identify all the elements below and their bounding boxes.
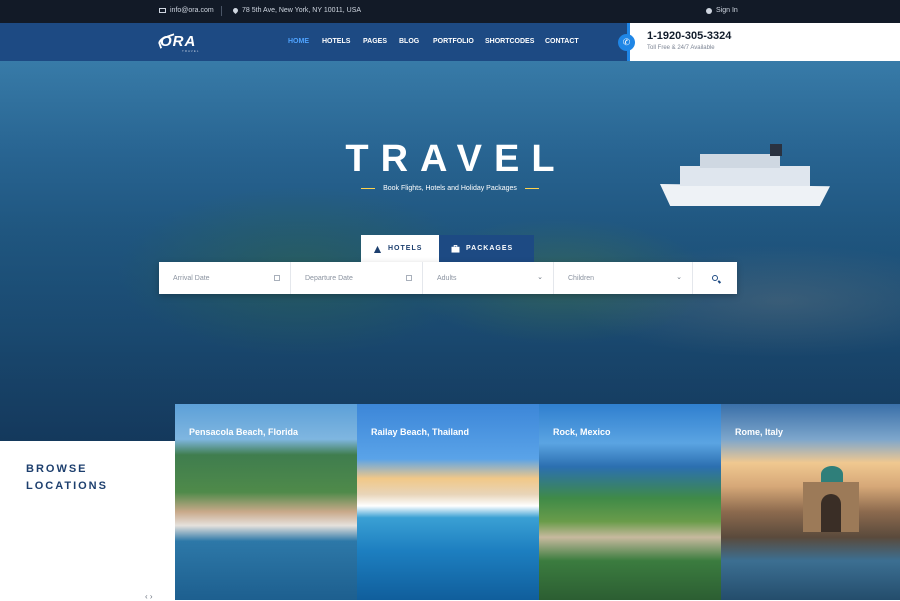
tab-packages[interactable]: PACKAGES — [439, 235, 534, 262]
nav-home[interactable]: HOME — [288, 38, 309, 45]
location-card-rome[interactable]: Rome, Italy — [721, 404, 900, 600]
departure-date-placeholder: Departure Date — [305, 274, 353, 282]
mail-icon — [159, 8, 166, 13]
location-card-rock[interactable]: Rock, Mexico — [539, 404, 721, 600]
children-select[interactable]: Children ⌄ — [554, 262, 693, 294]
suitcase-icon — [451, 244, 460, 253]
subtitle-line-right — [524, 188, 539, 189]
phone-availability: Toll Free & 24/7 Available — [647, 45, 715, 51]
search-form: Arrival Date Departure Date Adults ⌄ Chi… — [159, 262, 737, 294]
tab-hotels[interactable]: HOTELS — [361, 235, 439, 262]
adults-select[interactable]: Adults ⌄ — [423, 262, 554, 294]
site-logo[interactable]: ORA — [160, 33, 196, 50]
signin-text: Sign In — [716, 7, 738, 14]
address-text: 78 5th Ave, New York, NY 10011, USA — [242, 7, 362, 14]
mosque-arch-image — [803, 482, 859, 532]
arrival-date-field[interactable]: Arrival Date — [159, 262, 291, 294]
building-icon — [373, 245, 382, 253]
location-label: Rock, Mexico — [553, 427, 611, 437]
location-pin-icon — [231, 6, 240, 15]
nav-shortcodes[interactable]: SHORTCODES — [485, 38, 534, 45]
tab-packages-label: PACKAGES — [466, 245, 514, 252]
subtitle-line-left — [361, 188, 376, 189]
chevron-down-icon: ⌄ — [676, 274, 682, 281]
logo-tagline: TRAVEL — [182, 49, 200, 53]
chevron-down-icon: ⌄ — [537, 274, 543, 281]
phone-number[interactable]: 1-1920-305-3324 — [647, 30, 731, 42]
departure-date-field[interactable]: Departure Date — [291, 262, 423, 294]
location-label: Pensacola Beach, Florida — [189, 427, 299, 437]
location-card-pensacola[interactable]: Pensacola Beach, Florida — [175, 404, 357, 600]
search-icon — [712, 275, 718, 281]
children-placeholder: Children — [568, 274, 595, 282]
email-text: info@ora.com — [170, 7, 214, 14]
search-button[interactable] — [693, 262, 737, 294]
location-card-railay[interactable]: Railay Beach, Thailand — [357, 404, 539, 600]
browse-locations-heading: BROWSE LOCATIONS — [26, 463, 108, 492]
user-icon — [706, 7, 712, 14]
search-tabs: HOTELS PACKAGES — [361, 235, 534, 262]
location-label: Railay Beach, Thailand — [371, 427, 470, 437]
nav-pages[interactable]: PAGES — [363, 38, 387, 45]
nav-blog[interactable]: BLOG — [399, 38, 419, 45]
phone-icon: ✆ — [618, 34, 635, 51]
nav-portfolio[interactable]: PORTFOLIO — [433, 38, 474, 45]
calendar-icon — [406, 275, 412, 281]
hero-subtitle-row: Book Flights, Hotels and Holiday Package… — [0, 185, 900, 192]
arrival-date-placeholder: Arrival Date — [173, 274, 210, 282]
signin-link[interactable]: Sign In — [706, 7, 738, 14]
location-label: Rome, Italy — [735, 427, 784, 437]
top-bar: info@ora.com 78 5th Ave, New York, NY 10… — [0, 0, 900, 23]
hero-subtitle: Book Flights, Hotels and Holiday Package… — [383, 185, 517, 192]
nav-hotels[interactable]: HOTELS — [322, 38, 350, 45]
hero-title: TRAVEL — [345, 138, 567, 180]
adults-placeholder: Adults — [437, 274, 457, 282]
tab-hotels-label: HOTELS — [388, 245, 423, 252]
nav-contact[interactable]: CONTACT — [545, 38, 579, 45]
topbar-email[interactable]: info@ora.com — [159, 7, 214, 14]
mosque-dome-image — [821, 466, 843, 482]
topbar-divider — [221, 6, 222, 16]
phone-panel — [627, 23, 900, 61]
topbar-address: 78 5th Ave, New York, NY 10011, USA — [231, 6, 362, 15]
calendar-icon — [274, 275, 280, 281]
